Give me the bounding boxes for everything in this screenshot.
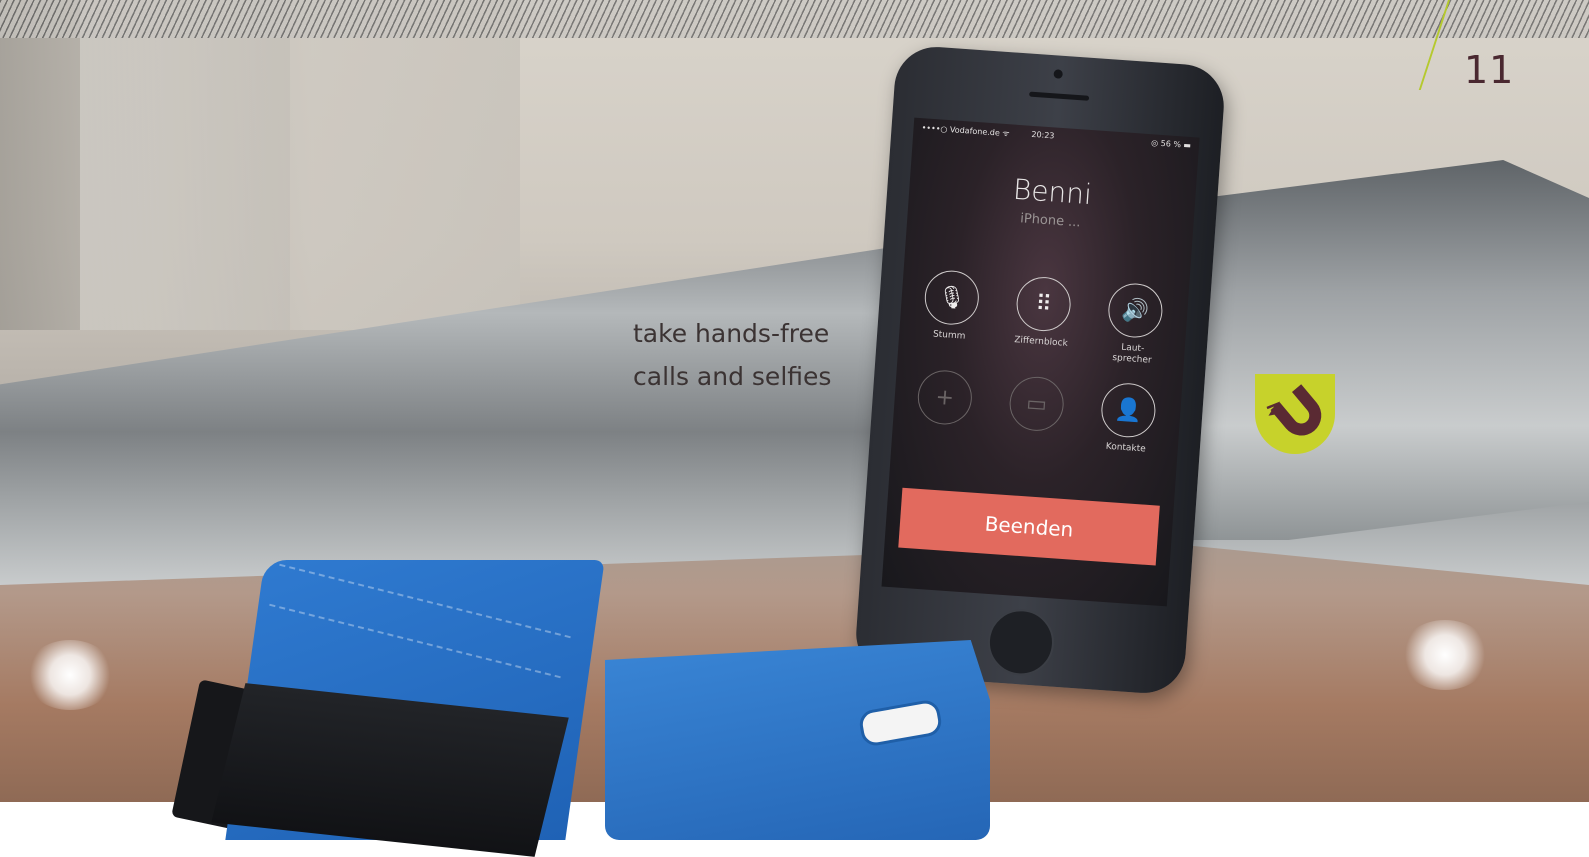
- ceiling-light: [1400, 620, 1490, 690]
- add-call-label: [915, 428, 971, 432]
- facetime-label: [1006, 435, 1062, 439]
- contacts-label: Kontakte: [1105, 441, 1147, 455]
- status-carrier: ••••○ Vodafone.de ᯤ: [921, 123, 1010, 139]
- tagline-line-2: calls and selfies: [633, 362, 832, 391]
- magnet-icon: [1255, 374, 1335, 454]
- background-pillar: [80, 0, 290, 330]
- tagline: take hands-free calls and selfies: [633, 312, 873, 398]
- magnet-badge: [1255, 374, 1335, 454]
- wallet-phone-holder: [605, 640, 990, 840]
- ceiling-light: [25, 640, 115, 710]
- add-call-icon: +: [916, 368, 974, 427]
- facetime-icon: ▭: [1007, 375, 1066, 433]
- speaker-button[interactable]: 🔊 Laut- sprecher: [1104, 281, 1166, 368]
- phone-screen: ••••○ Vodafone.de ᯤ 20:23 ◎ 56 % ▬ Benni…: [881, 117, 1200, 607]
- speaker-icon: 🔊: [1106, 281, 1165, 340]
- status-time: 20:23: [1031, 129, 1055, 141]
- keypad-icon: ⠿: [1014, 275, 1073, 333]
- add-call-button[interactable]: +: [915, 368, 975, 433]
- mute-label: Stumm: [932, 329, 966, 342]
- range-hood-top: [1160, 160, 1589, 540]
- end-call-button[interactable]: Beenden: [898, 487, 1160, 566]
- header-stripe: [0, 0, 1589, 38]
- microphone-mute-icon: 🎙: [923, 268, 981, 327]
- facetime-button[interactable]: ▭: [1006, 375, 1066, 439]
- contacts-button[interactable]: 👤 Kontakte: [1097, 381, 1158, 456]
- keypad-button[interactable]: ⠿ Ziffernblock: [1013, 275, 1074, 350]
- tagline-line-1: take hands-free: [633, 319, 830, 348]
- speaker-label: Laut- sprecher: [1111, 342, 1152, 366]
- status-battery: ◎ 56 % ▬: [1150, 138, 1192, 150]
- wallet-case: [171, 560, 990, 857]
- page-number: 11: [1464, 48, 1515, 92]
- contacts-icon: 👤: [1099, 381, 1158, 440]
- keypad-label: Ziffernblock: [1013, 335, 1069, 349]
- mute-button[interactable]: 🎙 Stumm: [921, 268, 982, 344]
